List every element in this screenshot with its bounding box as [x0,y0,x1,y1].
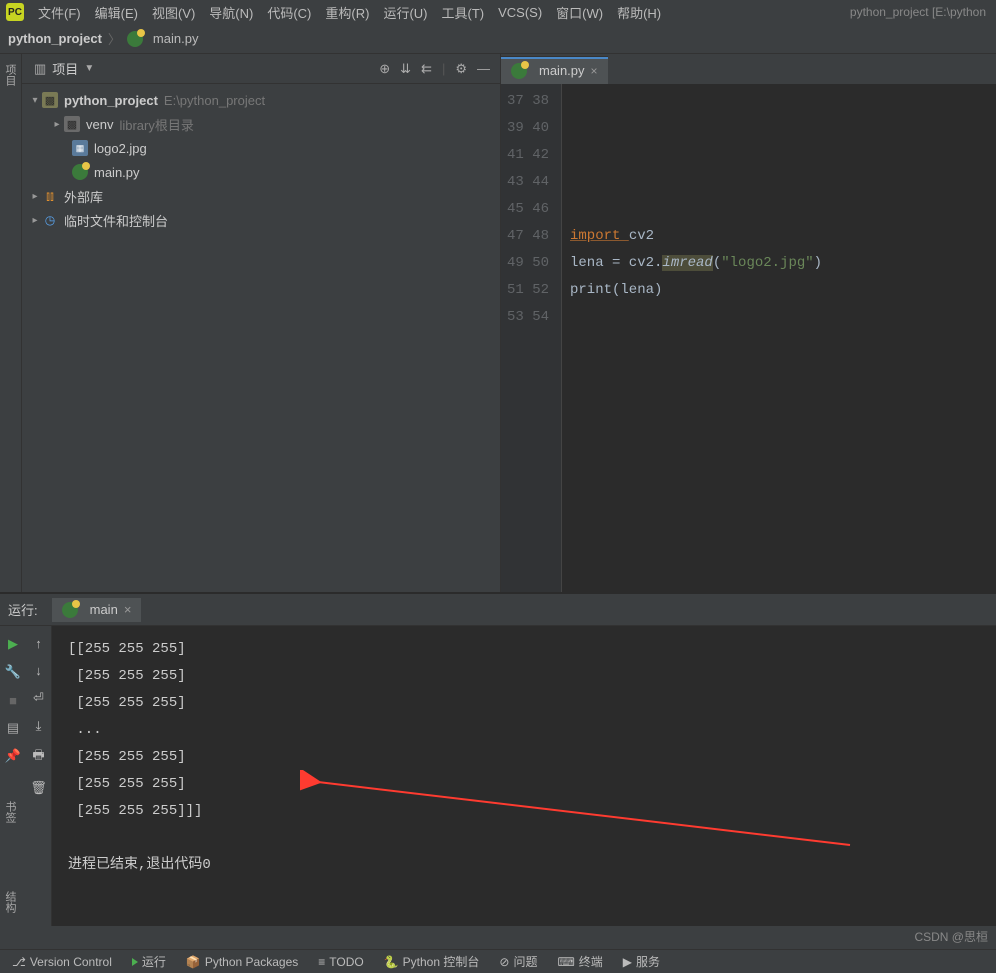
down-icon[interactable]: ↓ [35,663,42,678]
run-tab-label: main [90,602,118,617]
tree-root-path: E:\python_project [164,93,265,108]
left-tool-gutter: 项目 [0,54,22,592]
hide-icon[interactable]: — [477,61,490,76]
tree-file-label: logo2.jpg [94,141,147,156]
chevron-right-icon[interactable]: ▸ [50,119,64,130]
run-output[interactable]: [[255 255 255] [255 255 255] [255 255 25… [52,626,996,926]
run-tool-window: 运行: main × ▶ 🔧 ■ ▤ 📌 ↑ ↓ ⏎ ⤓ 🖶 🗑 [[255 2… [0,592,996,926]
tree-file-main[interactable]: main.py [22,160,500,184]
menu-refactor[interactable]: 重构(R) [319,1,375,24]
tab-label: main.py [539,63,585,78]
wrap-icon[interactable]: ⏎ [33,690,44,706]
status-services[interactable]: ▶服务 [617,953,666,970]
project-header-title[interactable]: 项目 [52,59,78,78]
tree-root-label: python_project [64,93,158,108]
status-run[interactable]: 运行 [126,953,172,970]
project-path-label: python_project [E:\python [850,5,990,19]
menu-file[interactable]: 文件(F) [32,1,87,24]
editor-tabs: main.py × [501,54,996,84]
tree-scratch-label: 临时文件和控制台 [64,211,168,230]
chevron-right-icon[interactable]: ▸ [28,215,42,226]
tree-venv-suffix: library根目录 [119,115,193,134]
menu-run[interactable]: 运行(U) [377,1,433,24]
python-file-icon [72,164,88,180]
status-packages[interactable]: 📦Python Packages [180,955,304,969]
run-toolbar-2: ↑ ↓ ⏎ ⤓ 🖶 🗑 [26,626,52,926]
folder-icon: ▩ [64,116,80,132]
tree-venv-label: venv [86,117,113,132]
menu-vcs[interactable]: VCS(S) [492,3,548,22]
chevron-right-icon[interactable]: ▸ [28,191,42,202]
project-tree[interactable]: ▾ ▩ python_project E:\python_project ▸ ▩… [22,84,500,592]
layout-icon[interactable]: ▤ [5,720,21,736]
tree-root[interactable]: ▾ ▩ python_project E:\python_project [22,88,500,112]
project-view-icon: ▥ [34,61,46,77]
menu-edit[interactable]: 编辑(E) [89,1,144,24]
watermark: CSDN @思桓 [914,928,988,945]
code-content[interactable]: import cv2 lena = cv2.imread("logo2.jpg"… [561,84,996,592]
project-tool-window: ▥ 项目 ▼ ⊕ ⇊ ⇇ | ⚙ — ▾ ▩ python_project E:… [22,54,500,592]
project-header: ▥ 项目 ▼ ⊕ ⇊ ⇇ | ⚙ — [22,54,500,84]
bookmark-tool-tab[interactable]: 书签 [2,801,18,823]
menu-view[interactable]: 视图(V) [146,1,201,24]
breadcrumb-sep: 〉 [108,29,121,48]
status-terminal[interactable]: ⌨终端 [551,953,608,970]
status-pyconsole[interactable]: 🐍Python 控制台 [378,953,486,970]
breadcrumb-file-label: main.py [153,31,199,46]
run-header: 运行: main × [0,594,996,626]
tree-external-lib[interactable]: ▸ ⫾⫾ 外部库 [22,184,500,208]
python-file-icon [511,63,527,79]
code-editor[interactable]: 37 38 39 40 41 42 43 44 45 46 47 48 49 5… [501,84,996,592]
scroll-icon[interactable]: ⤓ [36,718,42,734]
tree-external-label: 外部库 [64,187,103,206]
run-toolbar-1: ▶ 🔧 ■ ▤ 📌 [0,626,26,926]
image-file-icon: ▦ [72,140,88,156]
editor-area: main.py × 37 38 39 40 41 42 43 44 45 46 … [500,54,996,592]
python-file-icon [127,31,143,47]
wrench-icon[interactable]: 🔧 [5,664,21,680]
app-logo: PC [6,3,24,21]
tree-venv[interactable]: ▸ ▩ venv library根目录 [22,112,500,136]
breadcrumb: python_project 〉 main.py [0,24,996,54]
up-icon[interactable]: ↑ [35,636,42,651]
tree-scratch[interactable]: ▸ ◷ 临时文件和控制台 [22,208,500,232]
status-todo[interactable]: ≡TODO [312,955,369,969]
run-label: 运行: [8,600,38,619]
python-file-icon [62,602,78,618]
gear-icon[interactable]: ⚙ [455,61,467,77]
collapse-all-icon[interactable]: ⇇ [421,61,432,77]
run-tab-main[interactable]: main × [52,598,142,622]
print-icon[interactable]: 🖶 [32,746,44,768]
menu-navigate[interactable]: 导航(N) [203,1,259,24]
status-bar: ⎇Version Control 运行 📦Python Packages ≡TO… [0,949,996,973]
chevron-down-icon[interactable]: ▾ [28,95,42,106]
tree-file-logo[interactable]: ▦ logo2.jpg [22,136,500,160]
menu-window[interactable]: 窗口(W) [550,1,609,24]
tree-file-label: main.py [94,165,140,180]
chevron-down-icon[interactable]: ▼ [84,63,94,74]
menu-code[interactable]: 代码(C) [261,1,317,24]
breadcrumb-file[interactable]: main.py [127,31,199,47]
trash-icon[interactable]: 🗑 [30,780,47,796]
status-vcs[interactable]: ⎇Version Control [6,955,118,969]
project-tool-tab[interactable]: 项目 [0,58,20,92]
menu-tools[interactable]: 工具(T) [435,1,490,24]
locate-icon[interactable]: ⊕ [379,61,390,77]
breadcrumb-project[interactable]: python_project [8,31,102,46]
rerun-icon[interactable]: ▶ [5,636,21,652]
menubar: PC 文件(F) 编辑(E) 视图(V) 导航(N) 代码(C) 重构(R) 运… [0,0,996,24]
line-gutter: 37 38 39 40 41 42 43 44 45 46 47 48 49 5… [501,84,561,592]
close-icon[interactable]: × [591,64,598,78]
stop-icon[interactable]: ■ [5,692,21,708]
structure-tool-tab[interactable]: 结构 [2,891,18,913]
pin-icon[interactable]: 📌 [5,748,21,764]
tab-main-py[interactable]: main.py × [501,56,608,84]
library-icon: ⫾⫾ [42,188,58,204]
expand-all-icon[interactable]: ⇊ [400,61,411,77]
scratch-icon: ◷ [42,212,58,228]
menu-help[interactable]: 帮助(H) [611,1,667,24]
folder-icon: ▩ [42,92,58,108]
close-icon[interactable]: × [124,602,132,617]
status-problems[interactable]: ⊘问题 [493,953,543,970]
